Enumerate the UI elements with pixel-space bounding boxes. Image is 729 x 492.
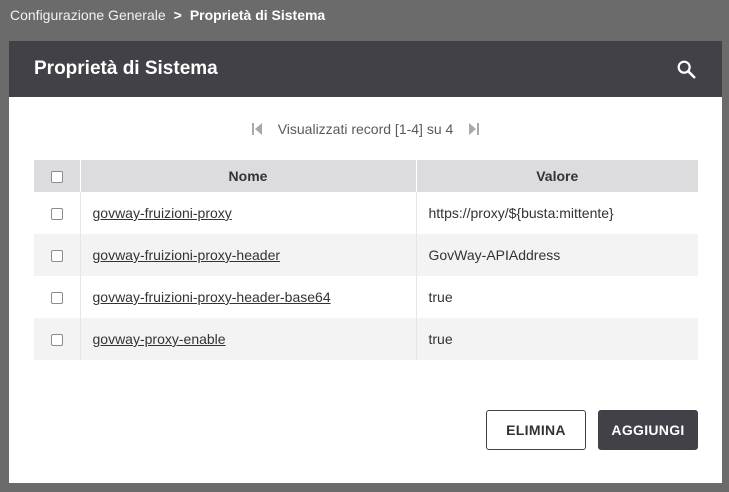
value-cell: GovWay-APIAddress	[416, 234, 698, 276]
property-name-link[interactable]: govway-fruizioni-proxy-header-base64	[93, 289, 331, 305]
panel-header: Proprietà di Sistema	[9, 41, 722, 97]
value-cell: true	[416, 318, 698, 360]
table-row: govway-fruizioni-proxy https://proxy/${b…	[34, 192, 698, 234]
table-row: govway-fruizioni-proxy-header GovWay-API…	[34, 234, 698, 276]
name-cell: govway-fruizioni-proxy-header-base64	[80, 276, 417, 318]
last-page-icon[interactable]	[469, 123, 480, 135]
table-row: govway-fruizioni-proxy-header-base64 tru…	[34, 276, 698, 318]
name-cell: govway-proxy-enable	[80, 318, 417, 360]
row-checkbox-cell	[34, 192, 81, 234]
column-header-valore[interactable]: Valore	[416, 160, 698, 192]
select-all-checkbox[interactable]	[50, 171, 63, 184]
delete-button[interactable]: ELIMINA	[486, 410, 586, 450]
breadcrumb: Configurazione Generale > Proprietà di S…	[10, 6, 325, 24]
pagination-info: Visualizzati record [1-4] su 4	[277, 121, 454, 137]
row-checkbox-cell	[34, 318, 81, 360]
properties-table: Nome Valore govway-fruizioni-proxy https…	[34, 160, 698, 360]
breadcrumb-current: Proprietà di Sistema	[189, 7, 326, 23]
pagination: Visualizzati record [1-4] su 4	[9, 121, 722, 137]
system-properties-panel: Proprietà di Sistema Visualizzati record…	[9, 41, 722, 483]
property-name-link[interactable]: govway-fruizioni-proxy-header	[93, 247, 281, 263]
table-header-row: Nome Valore	[34, 160, 698, 192]
table-row: govway-proxy-enable true	[34, 318, 698, 360]
row-checkbox-cell	[34, 234, 81, 276]
search-icon[interactable]	[675, 58, 697, 80]
breadcrumb-separator: >	[173, 7, 182, 23]
property-name-link[interactable]: govway-proxy-enable	[93, 331, 226, 347]
value-cell: true	[428, 289, 453, 305]
row-checkbox[interactable]	[50, 334, 63, 347]
value-cell: https://proxy/${busta:mittente}	[428, 205, 614, 221]
column-header-nome[interactable]: Nome	[80, 160, 417, 192]
property-name-link[interactable]: govway-fruizioni-proxy	[93, 205, 232, 221]
row-checkbox[interactable]	[50, 208, 63, 221]
row-checkbox[interactable]	[50, 292, 63, 305]
first-page-icon[interactable]	[251, 123, 262, 135]
breadcrumb-link-configurazione-generale[interactable]: Configurazione Generale	[10, 7, 166, 23]
add-button[interactable]: AGGIUNGI	[598, 410, 698, 450]
page-title: Proprietà di Sistema	[34, 58, 218, 79]
name-cell: govway-fruizioni-proxy	[80, 192, 417, 234]
name-cell: govway-fruizioni-proxy-header	[80, 234, 417, 276]
row-checkbox[interactable]	[50, 250, 63, 263]
select-all-cell	[34, 160, 81, 192]
row-checkbox-cell	[34, 276, 81, 318]
